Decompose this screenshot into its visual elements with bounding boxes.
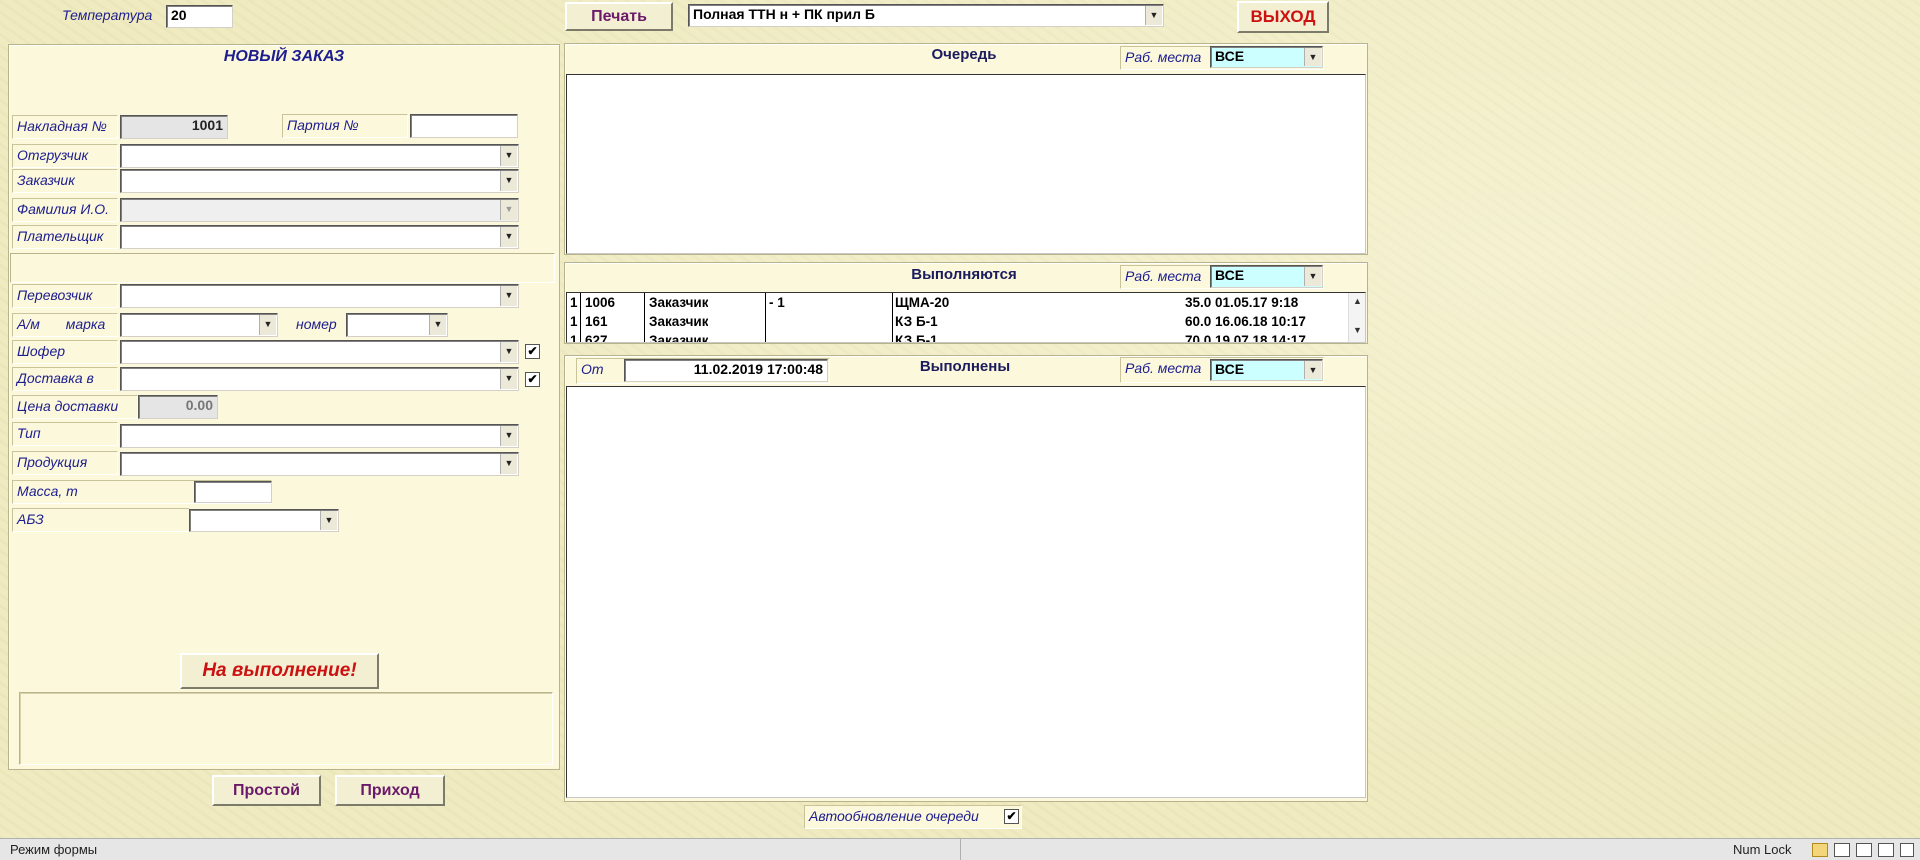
driver-checkbox[interactable]: ✔: [525, 344, 540, 359]
chevron-down-icon[interactable]: ▼: [320, 511, 337, 530]
arrival-button[interactable]: Приход: [335, 775, 445, 806]
shipper-label: Отгрузчик: [12, 144, 118, 168]
execute-button[interactable]: На выполнение!: [180, 653, 379, 689]
delivery-price-label: Цена доставки: [12, 395, 138, 419]
done-from-date-input[interactable]: 11.02.2019 17:00:48: [624, 359, 828, 382]
temperature-label: Температура: [62, 7, 153, 23]
edit-view-icon[interactable]: [1900, 843, 1914, 857]
chevron-down-icon[interactable]: ▼: [500, 227, 517, 247]
fio-label: Фамилия И.О.: [12, 198, 118, 222]
running-row[interactable]: 1 1006 Заказчик - 1 ЩМА-20 35.0 01.05.17…: [567, 293, 1365, 312]
status-numlock: Num Lock: [1733, 842, 1792, 857]
product-label: Продукция: [12, 451, 118, 475]
type-select[interactable]: ▼: [120, 424, 519, 448]
queue-ws-value: ВСЕ: [1215, 48, 1245, 64]
chevron-down-icon[interactable]: ▼: [429, 315, 446, 335]
chevron-down-icon[interactable]: ▼: [500, 454, 517, 474]
order-notes-area[interactable]: [19, 692, 553, 765]
done-ws-select[interactable]: ВСЕ ▼: [1210, 359, 1323, 381]
brand-label: марка: [65, 316, 106, 332]
delivery-label: Доставка в: [12, 367, 118, 391]
status-mode: Режим формы: [10, 842, 98, 857]
invoice-number-field: 1001: [120, 115, 228, 139]
chevron-down-icon[interactable]: ▼: [500, 286, 517, 306]
invoice-label: Накладная №: [12, 115, 118, 139]
running-scrollbar[interactable]: ▲ ▼: [1348, 293, 1365, 342]
status-bar: Режим формы Num Lock: [0, 838, 1920, 860]
running-row[interactable]: 1 627 Заказчик КЗ Б-1 70.0 19.07.18 14:1…: [567, 331, 1365, 342]
shipper-select[interactable]: ▼: [120, 144, 519, 168]
mass-input[interactable]: [194, 481, 272, 503]
carrier-select[interactable]: ▼: [120, 284, 519, 308]
new-order-title: НОВЫЙ ЗАКАЗ: [223, 48, 345, 65]
delivery-price-field: 0.00: [138, 395, 218, 419]
exit-button[interactable]: ВЫХОД: [1237, 1, 1329, 33]
report-select-value: Полная ТТН н + ПК прил Б: [693, 6, 875, 22]
car-label: А/м марка: [12, 313, 118, 337]
payer-select[interactable]: ▼: [120, 225, 519, 249]
report-select[interactable]: Полная ТТН н + ПК прил Б ▼: [688, 4, 1164, 27]
scroll-up-icon[interactable]: ▲: [1349, 296, 1365, 306]
scroll-down-icon[interactable]: ▼: [1349, 325, 1365, 335]
chevron-down-icon[interactable]: ▼: [259, 315, 276, 335]
chevron-down-icon[interactable]: ▼: [500, 342, 517, 362]
driver-select[interactable]: ▼: [120, 340, 519, 364]
type-label: Тип: [12, 422, 118, 446]
running-ws-select[interactable]: ВСЕ ▼: [1210, 265, 1323, 288]
car-brand-select[interactable]: ▼: [120, 313, 278, 337]
print-button[interactable]: Печать: [565, 2, 673, 31]
chevron-down-icon[interactable]: ▼: [500, 171, 517, 191]
design-view-icon[interactable]: [1878, 843, 1894, 857]
car-label-text: А/м: [17, 316, 40, 332]
delivery-select[interactable]: ▼: [120, 367, 519, 391]
done-list[interactable]: [566, 386, 1366, 798]
running-ws-value: ВСЕ: [1215, 267, 1245, 283]
chevron-down-icon[interactable]: ▼: [1145, 6, 1162, 25]
chevron-down-icon[interactable]: ▼: [1304, 361, 1321, 379]
queue-ws-select[interactable]: ВСЕ ▼: [1210, 46, 1323, 68]
autorefresh-label: Автообновление очереди: [804, 805, 1022, 829]
chevron-down-icon[interactable]: ▼: [500, 426, 517, 446]
idle-button[interactable]: Простой: [212, 775, 321, 806]
car-number-label: номер: [296, 316, 337, 332]
chevron-down-icon[interactable]: ▼: [1304, 48, 1321, 66]
chevron-down-icon[interactable]: ▼: [1304, 267, 1321, 286]
abz-label: АБЗ: [12, 508, 190, 532]
abz-select[interactable]: ▼: [189, 509, 339, 532]
customer-label: Заказчик: [12, 169, 118, 193]
running-row[interactable]: 1 161 Заказчик КЗ Б-1 60.0 16.06.18 10:1…: [567, 312, 1365, 331]
customer-select[interactable]: ▼: [120, 169, 519, 193]
batch-label: Партия №: [282, 114, 408, 138]
batch-number-input[interactable]: [410, 114, 518, 138]
car-number-select[interactable]: ▼: [346, 313, 448, 337]
carrier-label: Перевозчик: [12, 284, 118, 308]
driver-label: Шофер: [12, 340, 118, 364]
fio-select[interactable]: ▼: [120, 198, 519, 222]
done-title: Выполнены: [919, 358, 1011, 375]
product-select[interactable]: ▼: [120, 452, 519, 476]
temperature-input[interactable]: 20: [166, 5, 233, 28]
delivery-checkbox[interactable]: ✔: [525, 372, 540, 387]
queue-list[interactable]: [566, 74, 1366, 254]
payer-label: Плательщик: [12, 225, 118, 249]
chevron-down-icon[interactable]: ▼: [500, 369, 517, 389]
layout-view-icon[interactable]: [1856, 843, 1872, 857]
autorefresh-checkbox[interactable]: ✔: [1004, 809, 1019, 824]
chevron-down-icon[interactable]: ▼: [500, 146, 517, 166]
datasheet-view-icon[interactable]: [1834, 843, 1850, 857]
done-ws-value: ВСЕ: [1215, 361, 1245, 377]
chevron-down-icon[interactable]: ▼: [500, 200, 517, 220]
form-view-icon[interactable]: [1812, 843, 1828, 857]
running-list[interactable]: 1 1006 Заказчик - 1 ЩМА-20 35.0 01.05.17…: [566, 292, 1366, 343]
section-separator: [10, 253, 555, 283]
